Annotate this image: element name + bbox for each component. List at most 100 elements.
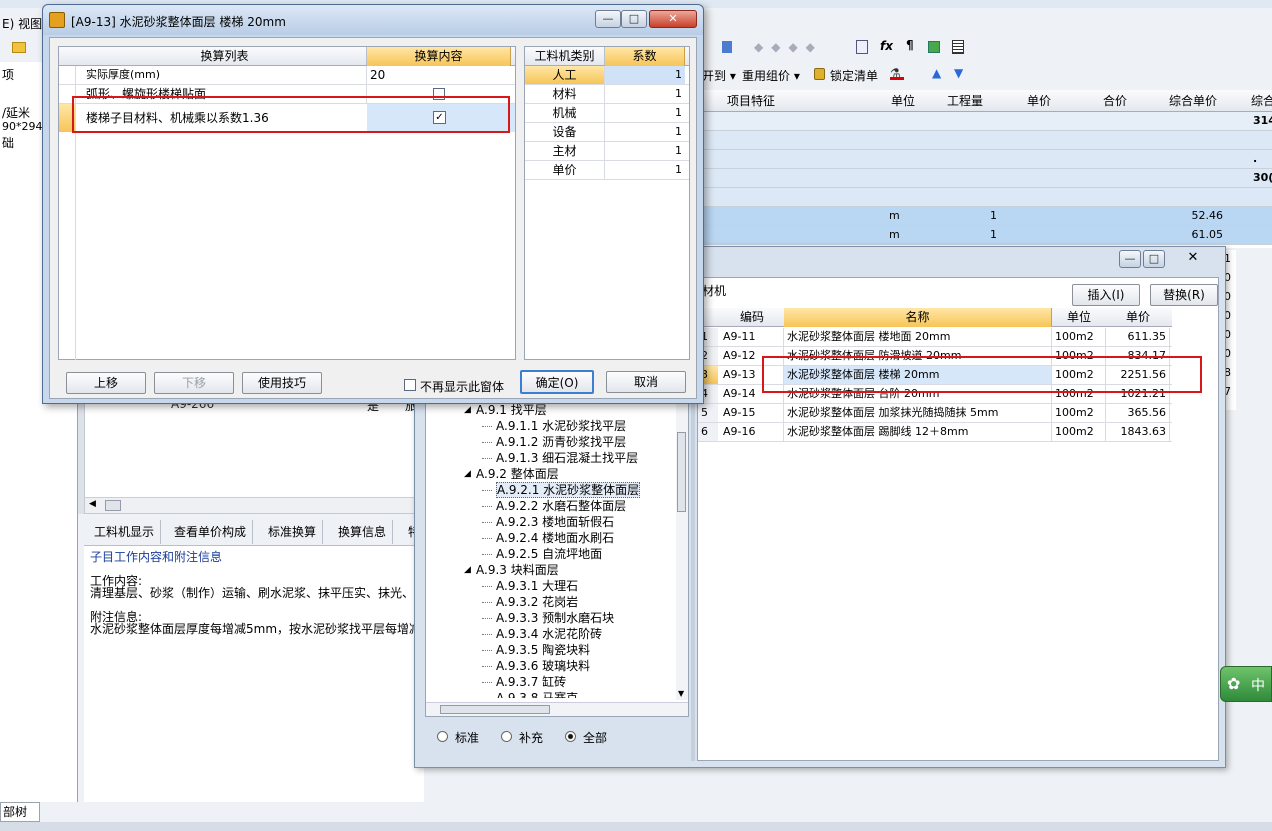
calculator-icon[interactable] <box>856 40 868 54</box>
tree-hscroll[interactable] <box>426 702 688 716</box>
tree-splitter[interactable] <box>691 401 695 761</box>
folder-icon[interactable] <box>12 42 26 53</box>
bottom-tab[interactable]: 标准换算 <box>262 520 324 544</box>
factor-value[interactable]: 1 <box>605 142 685 160</box>
lib-row-no: 6 <box>698 423 718 441</box>
dialog-titlebar[interactable]: [A9-13] 水泥砂浆整体面层 楼梯 20mm — □ ✕ <box>43 5 703 35</box>
tips-button[interactable]: 使用技巧 <box>242 372 322 394</box>
fx-icon[interactable]: fx <box>880 39 893 53</box>
factor-row[interactable]: 人工 1 <box>525 66 689 85</box>
tree-leaf[interactable]: A.9.3.1 大理石 <box>426 578 578 594</box>
tree-scroll-thumb[interactable] <box>677 432 686 512</box>
tree-leaf[interactable]: A.9.3.6 玻璃块料 <box>426 658 590 674</box>
radio-standard[interactable] <box>437 731 448 742</box>
nav-icon[interactable] <box>722 41 732 53</box>
tree-leaf[interactable]: A.9.1.2 沥青砂浆找平层 <box>426 434 626 450</box>
tree-vscroll[interactable]: ▼ <box>676 402 688 700</box>
main-grid-row[interactable]: . <box>702 150 1272 169</box>
dialog-body: 换算列表 换算内容 实际厚度(mm) 20 弧形、螺旋形楼梯贴面 楼梯子目材料、… <box>49 37 697 399</box>
reuse-price-button[interactable]: 重用组价 ▾ <box>742 67 800 84</box>
tree-leaf[interactable]: A.9.1.3 细石混凝土找平层 <box>426 450 638 466</box>
tree-leaf[interactable]: A.9.2.3 楼地面斩假石 <box>426 514 614 530</box>
tree-hscroll-thumb[interactable] <box>440 705 550 714</box>
library-maximize-button[interactable]: □ <box>1143 250 1165 268</box>
bottom-tab[interactable]: 换算信息 <box>332 520 394 544</box>
ok-button[interactable]: 确定(O) <box>520 370 594 394</box>
tree-label: A.9.3.5 陶瓷块料 <box>496 643 591 657</box>
tree-leaf[interactable]: A.9.2.1 水泥砂浆整体面层 <box>426 482 641 498</box>
expand-icon[interactable]: ◢ <box>464 562 471 578</box>
lock-list-button[interactable]: 锁定清单 <box>830 67 878 84</box>
main-grid-row[interactable]: 30( <box>702 169 1272 188</box>
vertical-splitter[interactable] <box>78 394 84 514</box>
bottom-left-tab[interactable]: 部树 <box>0 802 40 822</box>
move-down-button[interactable]: 下移 <box>154 372 234 394</box>
bottom-tab[interactable]: 工料机显示 <box>88 520 162 544</box>
factor-row[interactable]: 机械 1 <box>525 104 689 123</box>
library-close-button[interactable]: ✕ <box>1181 250 1205 268</box>
tree-leaf[interactable]: A.9.3.8 马赛克 <box>426 690 578 698</box>
main-grid-row[interactable] <box>702 131 1272 150</box>
factor-row[interactable]: 主材 1 <box>525 142 689 161</box>
tree-leaf[interactable]: A.9.3.4 水泥花阶砖 <box>426 626 602 642</box>
scroll-left-icon[interactable]: ◀ <box>89 499 96 509</box>
factor-value[interactable]: 1 <box>605 85 685 103</box>
expand-icon[interactable]: ◢ <box>464 402 471 418</box>
library-minimize-button[interactable]: — <box>1119 250 1141 268</box>
main-grid-row[interactable]: m 1 52.46 <box>702 207 1272 226</box>
cube-icon[interactable] <box>928 41 940 53</box>
main-grid: 项目特征 单位 工程量 单价 合价 综合单价 综合 314. 30(m 1 52.46… <box>702 90 1272 248</box>
factor-value[interactable]: 1 <box>605 104 685 122</box>
factor-row[interactable]: 单价 1 <box>525 161 689 180</box>
tree-leaf[interactable]: A.9.2.4 楼地面水刷石 <box>426 530 614 546</box>
library-row[interactable]: 1 A9-11 水泥砂浆整体面层 楼地面 20mm 100m2 611.35 <box>698 328 1172 347</box>
tree-group[interactable]: ◢ A.9.2 整体面层 <box>426 466 559 482</box>
pilcrow-icon[interactable]: ¶ <box>906 38 914 52</box>
tree-leaf[interactable]: A.9.3.7 缸砖 <box>426 674 566 690</box>
tree-leaf[interactable]: A.9.3.5 陶瓷块料 <box>426 642 590 658</box>
tree-group[interactable]: ◢ A.9.1 找平层 <box>426 402 547 418</box>
factor-value[interactable]: 1 <box>605 161 685 179</box>
tree-group[interactable]: ◢ A.9.3 块料面层 <box>426 562 559 578</box>
insert-button[interactable]: 插入(I) <box>1072 284 1140 306</box>
library-row[interactable]: 6 A9-16 水泥砂浆整体面层 踢脚线 12＋8mm 100m2 1843.63 <box>698 423 1172 442</box>
factor-value[interactable]: 1 <box>605 66 685 84</box>
factor-row[interactable]: 设备 1 <box>525 123 689 142</box>
tree-leaf[interactable]: A.9.3.3 预制水磨石块 <box>426 610 614 626</box>
conversion-list-grid: 换算列表 换算内容 实际厚度(mm) 20 弧形、螺旋形楼梯贴面 楼梯子目材料、… <box>58 46 516 360</box>
dialog-maximize-button[interactable]: □ <box>621 10 647 28</box>
cancel-button[interactable]: 取消 <box>606 371 686 393</box>
open-to-button[interactable]: 开到 ▾ <box>702 67 736 84</box>
main-grid-row[interactable]: m 1 61.05 <box>702 226 1272 245</box>
grid-icon[interactable] <box>952 40 964 54</box>
bottom-tab[interactable]: 查看单价构成 <box>168 520 254 544</box>
tree-leaf[interactable]: A.9.3.2 花岗岩 <box>426 594 578 610</box>
up-arrow-icon[interactable]: ▲ <box>932 66 941 80</box>
factor-value[interactable]: 1 <box>605 123 685 141</box>
main-grid-row[interactable]: 314 <box>702 112 1272 131</box>
scroll-thumb[interactable] <box>105 500 121 511</box>
factor-row[interactable]: 材料 1 <box>525 85 689 104</box>
dialog-minimize-button[interactable]: — <box>595 10 621 28</box>
dialog-close-button[interactable]: ✕ <box>649 10 697 28</box>
thickness-input[interactable]: 20 <box>367 66 511 84</box>
library-tab-material[interactable]: 材机 <box>702 282 726 299</box>
main-grid-row[interactable] <box>702 188 1272 207</box>
scroll-down-icon[interactable]: ▼ <box>678 689 684 698</box>
conv-row-thickness[interactable]: 实际厚度(mm) 20 <box>59 66 515 85</box>
no-show-checkbox[interactable] <box>404 379 416 391</box>
tree-leaf[interactable]: A.9.2.5 自流坪地面 <box>426 546 602 562</box>
radio-supplement[interactable] <box>501 731 512 742</box>
paint-icon[interactable]: ⚗ <box>890 66 904 80</box>
ime-widget[interactable]: ✿ 中 <box>1220 666 1272 702</box>
menu-view[interactable]: E) 视图 <box>2 15 42 32</box>
tree-leaf[interactable]: A.9.2.2 水磨石整体面层 <box>426 498 626 514</box>
replace-button[interactable]: 替换(R) <box>1150 284 1218 306</box>
move-up-button[interactable]: 上移 <box>66 372 146 394</box>
horizontal-scrollbar[interactable]: ◀ <box>85 497 423 513</box>
tree-leaf[interactable]: A.9.1.1 水泥砂浆找平层 <box>426 418 626 434</box>
library-row[interactable]: 5 A9-15 水泥砂浆整体面层 加浆抹光随捣随抹 5mm 100m2 365.56 <box>698 404 1172 423</box>
expand-icon[interactable]: ◢ <box>464 466 471 482</box>
down-arrow-icon[interactable]: ▼ <box>954 66 963 80</box>
radio-all[interactable] <box>565 731 576 742</box>
